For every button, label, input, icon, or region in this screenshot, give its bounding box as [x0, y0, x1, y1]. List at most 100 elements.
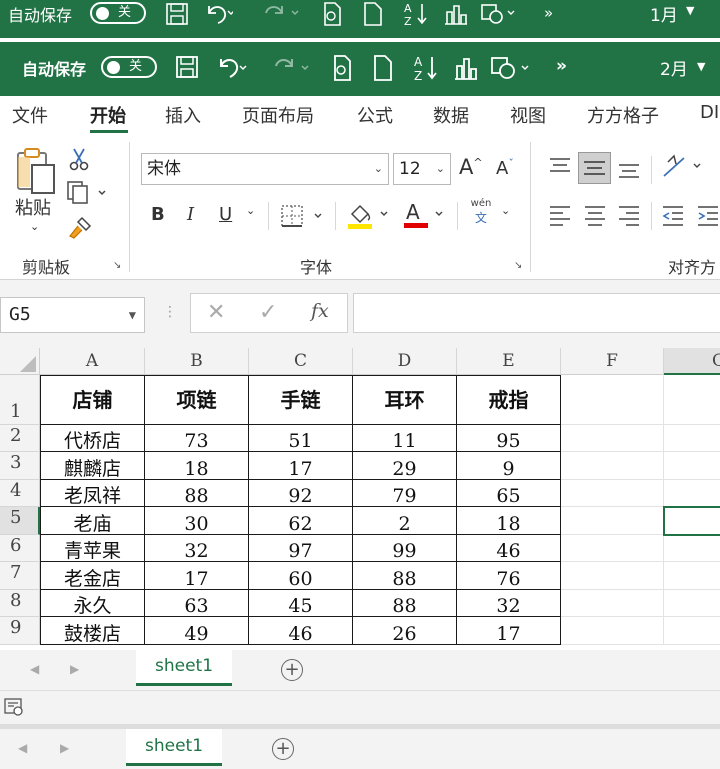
- shrink-font-button[interactable]: Aˇ: [496, 157, 514, 179]
- table-cell[interactable]: 73: [145, 425, 249, 452]
- row-header-4[interactable]: 4: [0, 480, 40, 507]
- cell[interactable]: [664, 535, 720, 562]
- cell[interactable]: [664, 590, 720, 617]
- cell[interactable]: [561, 425, 664, 452]
- align-right-icon[interactable]: [616, 204, 642, 230]
- copy-icon[interactable]: [66, 180, 108, 208]
- table-cell-store[interactable]: 青苹果: [40, 535, 145, 562]
- row-header-7[interactable]: 7: [0, 562, 40, 590]
- insert-function-button[interactable]: fx: [311, 300, 329, 322]
- table-cell[interactable]: 49: [145, 617, 249, 645]
- cell[interactable]: [561, 590, 664, 617]
- row-header-5[interactable]: 5: [0, 507, 40, 535]
- table-cell-store[interactable]: 老庙: [40, 507, 145, 535]
- accessibility-icon[interactable]: [4, 697, 24, 721]
- chevron-down-icon[interactable]: ▼: [697, 60, 705, 73]
- print-preview-icon[interactable]: [330, 54, 354, 82]
- column-header-b[interactable]: B: [145, 348, 249, 375]
- table-cell-store[interactable]: 老金店: [40, 562, 145, 590]
- table-header-cell[interactable]: 店铺: [40, 375, 145, 425]
- cell[interactable]: [664, 480, 720, 507]
- cell[interactable]: [664, 562, 720, 590]
- table-cell[interactable]: 88: [353, 562, 457, 590]
- sheet-tab[interactable]: sheet1: [136, 650, 232, 686]
- row-header-2[interactable]: 2: [0, 425, 40, 452]
- formula-input[interactable]: [353, 293, 720, 333]
- chart-icon[interactable]: [452, 54, 480, 82]
- cell[interactable]: [561, 375, 664, 425]
- table-header-cell[interactable]: 手链: [249, 375, 353, 425]
- column-header-g[interactable]: G: [664, 348, 720, 375]
- row-header-9[interactable]: 9: [0, 617, 40, 645]
- previous-sheet-icon[interactable]: ◀: [30, 662, 39, 676]
- table-cell[interactable]: 2: [353, 507, 457, 535]
- paste-dropdown-icon[interactable]: ⌄: [30, 220, 39, 233]
- table-cell[interactable]: 51: [249, 425, 353, 452]
- cell[interactable]: [561, 452, 664, 480]
- table-cell[interactable]: 95: [457, 425, 561, 452]
- increase-indent-icon[interactable]: [695, 204, 720, 230]
- borders-icon[interactable]: [280, 204, 328, 232]
- paste-label[interactable]: 粘贴: [15, 194, 51, 220]
- column-header-d[interactable]: D: [353, 348, 457, 375]
- table-cell[interactable]: 18: [457, 507, 561, 535]
- new-document-icon[interactable]: [362, 1, 384, 27]
- table-cell[interactable]: 63: [145, 590, 249, 617]
- tab-insert[interactable]: 插入: [165, 102, 201, 128]
- table-header-cell[interactable]: 戒指: [457, 375, 561, 425]
- align-center-icon[interactable]: [582, 204, 608, 230]
- table-cell[interactable]: 17: [249, 452, 353, 480]
- add-sheet-icon[interactable]: +: [281, 659, 303, 681]
- more-commands-icon[interactable]: »: [544, 4, 553, 22]
- row-header-6[interactable]: 6: [0, 535, 40, 562]
- table-cell-store[interactable]: 永久: [40, 590, 145, 617]
- tab-home[interactable]: 开始: [90, 102, 126, 128]
- grow-font-button[interactable]: A^: [459, 155, 483, 179]
- table-cell-store[interactable]: 麒麟店: [40, 452, 145, 480]
- table-cell[interactable]: 26: [353, 617, 457, 645]
- table-cell[interactable]: 62: [249, 507, 353, 535]
- italic-button[interactable]: I: [187, 204, 194, 225]
- phonetic-guide-button[interactable]: wén 文: [466, 198, 496, 226]
- bold-button[interactable]: B: [151, 204, 165, 225]
- tab-di[interactable]: DI: [700, 102, 719, 123]
- cell[interactable]: [561, 617, 664, 645]
- shapes-icon[interactable]: [480, 1, 520, 27]
- table-cell[interactable]: 45: [249, 590, 353, 617]
- align-bottom-icon[interactable]: [616, 156, 642, 186]
- font-color-icon[interactable]: A: [402, 198, 450, 234]
- column-header-e[interactable]: E: [457, 348, 561, 375]
- cell[interactable]: [561, 535, 664, 562]
- decrease-indent-icon[interactable]: [660, 204, 686, 230]
- tab-fangfanggezi[interactable]: 方方格子: [587, 102, 659, 128]
- table-cell[interactable]: 29: [353, 452, 457, 480]
- column-header-c[interactable]: C: [249, 348, 353, 375]
- align-top-icon[interactable]: [547, 156, 573, 182]
- resize-handle-icon[interactable]: ⋮: [163, 304, 177, 320]
- tab-data[interactable]: 数据: [433, 102, 469, 128]
- table-cell[interactable]: 88: [145, 480, 249, 507]
- font-size-dropdown[interactable]: 12 ⌄: [393, 153, 451, 185]
- undo-icon[interactable]: [203, 1, 233, 25]
- table-cell[interactable]: 99: [353, 535, 457, 562]
- tab-view[interactable]: 视图: [510, 102, 546, 128]
- chevron-down-icon[interactable]: ▼: [686, 4, 694, 17]
- autosave-toggle[interactable]: 关: [101, 56, 157, 78]
- table-cell[interactable]: 17: [457, 617, 561, 645]
- paste-icon[interactable]: [15, 147, 59, 201]
- tab-page-layout[interactable]: 页面布局: [242, 102, 314, 128]
- table-cell[interactable]: 17: [145, 562, 249, 590]
- undo-icon[interactable]: [215, 54, 247, 80]
- table-cell-store[interactable]: 老凤祥: [40, 480, 145, 507]
- underline-button[interactable]: U: [219, 204, 232, 225]
- table-header-cell[interactable]: 耳环: [353, 375, 457, 425]
- column-header-f[interactable]: F: [561, 348, 664, 375]
- chevron-down-icon[interactable]: ⌄: [501, 204, 510, 217]
- cell[interactable]: [561, 480, 664, 507]
- font-name-dropdown[interactable]: 宋体 ⌄: [141, 153, 389, 185]
- tab-formulas[interactable]: 公式: [357, 102, 393, 128]
- row-header-3[interactable]: 3: [0, 452, 40, 480]
- table-cell[interactable]: 97: [249, 535, 353, 562]
- table-cell[interactable]: 88: [353, 590, 457, 617]
- table-cell[interactable]: 46: [457, 535, 561, 562]
